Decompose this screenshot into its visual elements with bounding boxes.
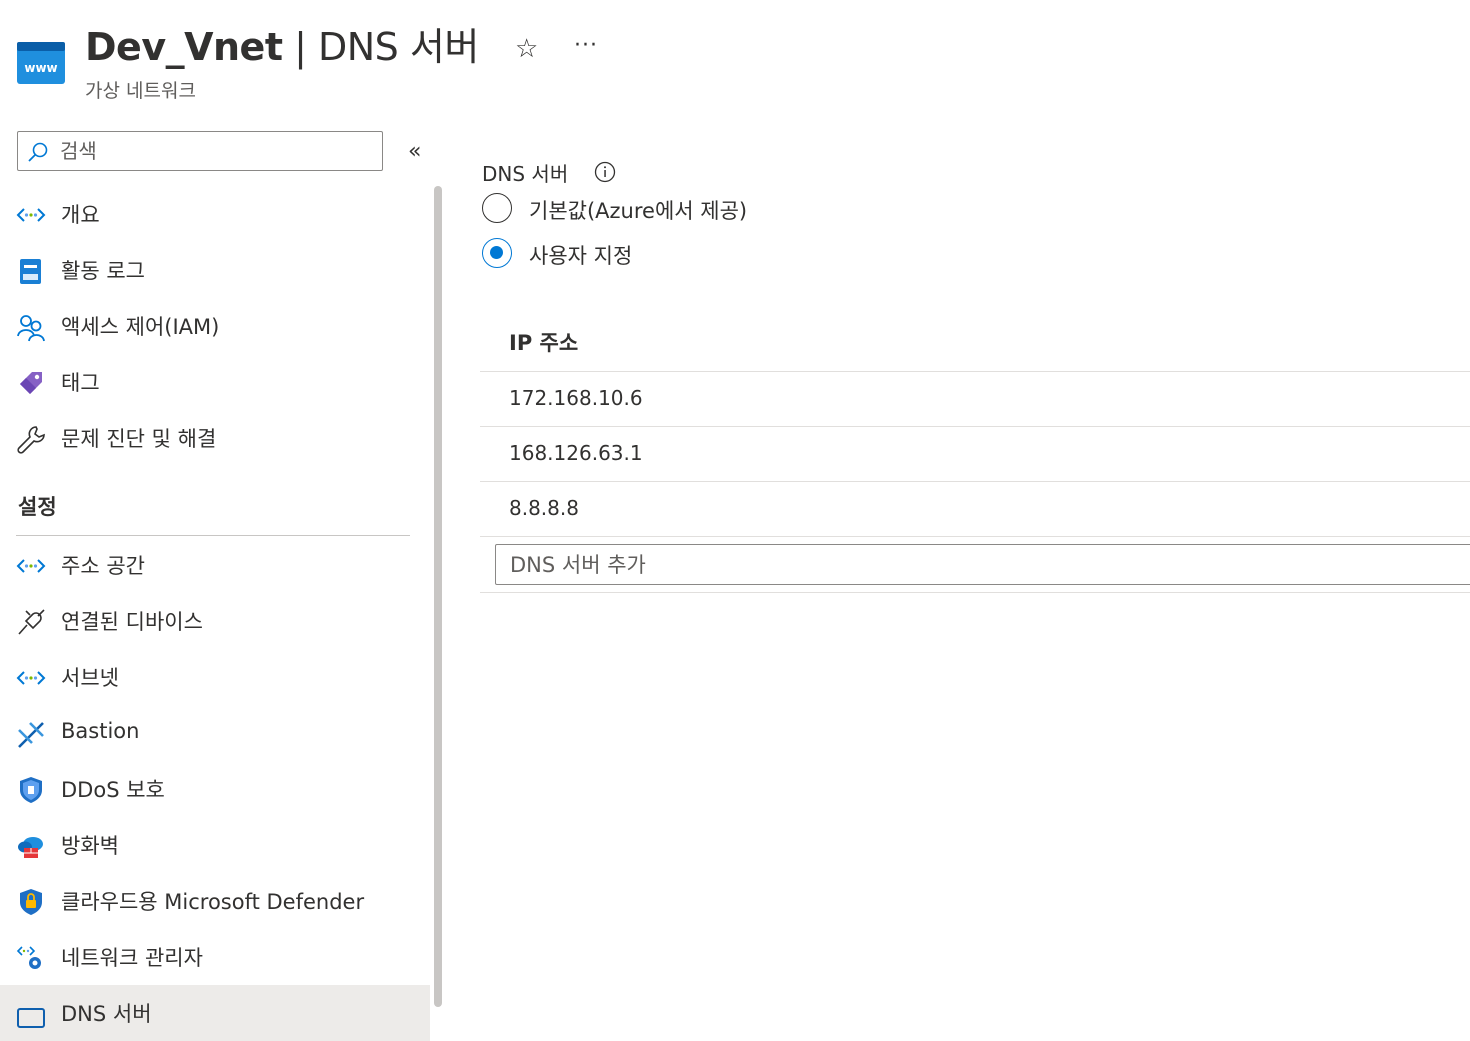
nav-item-dns-servers[interactable]: DNS 서버 bbox=[0, 985, 430, 1041]
collapse-menu-icon[interactable]: « bbox=[408, 139, 421, 164]
nav-item-label: Bastion bbox=[61, 719, 140, 743]
section-divider bbox=[16, 535, 410, 536]
resource-type: 가상 네트워크 bbox=[85, 80, 196, 102]
more-options-icon[interactable]: ··· bbox=[574, 33, 598, 58]
plug-icon bbox=[16, 607, 46, 637]
nav-item-label: DDoS 보호 bbox=[61, 778, 165, 802]
search-box[interactable] bbox=[17, 131, 383, 171]
nav-item-label: 액세스 제어(IAM) bbox=[61, 315, 220, 339]
table-row: 168.126.63.1 bbox=[480, 427, 1470, 481]
nav-item-label: 클라우드용 Microsoft Defender bbox=[61, 890, 365, 914]
nav-item-address-space[interactable]: 주소 공간 bbox=[0, 537, 430, 593]
resource-name: Dev_Vnet bbox=[85, 25, 283, 69]
page-title: Dev_Vnet | DNS 서버 bbox=[85, 22, 479, 72]
nav-item-network-manager[interactable]: 네트워크 관리자 bbox=[0, 929, 430, 985]
nav-item-activity-log[interactable]: 활동 로그 bbox=[0, 242, 430, 298]
vnet-icon bbox=[16, 663, 46, 693]
nav-item-overview[interactable]: 개요 bbox=[0, 186, 430, 242]
wrench-icon bbox=[16, 424, 46, 454]
nav-item-label: 주소 공간 bbox=[61, 554, 145, 578]
vnet-icon bbox=[16, 200, 46, 230]
nav-item-access-control[interactable]: 액세스 제어(IAM) bbox=[0, 298, 430, 354]
dns-settings-panel: DNS 서버 기본값(Azure에서 제공) 사용자 지정 IP 주소 172.… bbox=[480, 150, 1470, 1007]
nav-item-tags[interactable]: 태그 bbox=[0, 354, 430, 410]
firewall-icon bbox=[16, 831, 46, 861]
search-input[interactable] bbox=[60, 134, 376, 168]
row-divider bbox=[480, 592, 1470, 593]
radio-label: 사용자 지정 bbox=[529, 244, 633, 268]
resource-menu: 개요 활동 로그 액세스 제어(IAM) 태그 문제 진단 및 해결 설정 주소… bbox=[0, 186, 430, 1041]
nav-item-firewall[interactable]: 방화벽 bbox=[0, 817, 430, 873]
page-name: DNS 서버 bbox=[317, 25, 479, 69]
row-divider bbox=[480, 536, 1470, 537]
bastion-icon bbox=[16, 720, 46, 750]
section-header-settings: 설정 bbox=[18, 495, 57, 519]
nav-item-label: 연결된 디바이스 bbox=[61, 610, 203, 634]
menu-scrollbar[interactable] bbox=[433, 186, 443, 1007]
defender-icon bbox=[16, 887, 46, 917]
people-icon bbox=[16, 312, 46, 342]
radio-default-azure[interactable]: 기본값(Azure에서 제공) bbox=[482, 193, 902, 227]
nav-item-label: 서브넷 bbox=[61, 666, 119, 690]
table-row: 172.168.10.6 bbox=[480, 372, 1470, 426]
dns-field-label: DNS 서버 bbox=[482, 162, 569, 186]
table-row: 8.8.8.8 bbox=[480, 482, 1470, 536]
virtual-network-icon: www bbox=[17, 42, 65, 84]
add-dns-server-input[interactable] bbox=[495, 544, 1470, 585]
radio-circle-selected[interactable] bbox=[482, 238, 512, 268]
radio-custom[interactable]: 사용자 지정 bbox=[482, 238, 902, 272]
favorite-star-icon[interactable]: ☆ bbox=[515, 34, 538, 64]
scrollbar-thumb[interactable] bbox=[434, 186, 442, 1007]
nav-item-label: 방화벽 bbox=[61, 834, 119, 858]
nav-item-diagnose[interactable]: 문제 진단 및 해결 bbox=[0, 410, 430, 466]
icon-text: www bbox=[24, 61, 57, 75]
info-icon[interactable] bbox=[594, 161, 616, 183]
dns-icon bbox=[16, 999, 46, 1029]
nav-item-ddos-protection[interactable]: DDoS 보호 bbox=[0, 761, 430, 817]
column-header-ip-address: IP 주소 bbox=[509, 331, 579, 355]
nav-item-label: 활동 로그 bbox=[61, 259, 145, 283]
ip-address-value: 168.126.63.1 bbox=[509, 441, 643, 465]
nav-item-connected-devices[interactable]: 연결된 디바이스 bbox=[0, 593, 430, 649]
radio-selected-dot bbox=[490, 246, 503, 259]
nav-item-label: 문제 진단 및 해결 bbox=[61, 427, 217, 451]
radio-circle[interactable] bbox=[482, 193, 512, 223]
title-separator: | bbox=[282, 25, 318, 69]
search-icon bbox=[27, 141, 49, 163]
vnet-icon bbox=[16, 551, 46, 581]
network-manager-icon bbox=[16, 943, 46, 973]
nav-item-defender[interactable]: 클라우드용 Microsoft Defender bbox=[0, 873, 430, 929]
nav-item-subnets[interactable]: 서브넷 bbox=[0, 649, 430, 705]
shield-icon bbox=[16, 775, 46, 805]
ip-address-value: 172.168.10.6 bbox=[509, 386, 643, 410]
nav-item-label: 개요 bbox=[61, 203, 100, 227]
nav-item-bastion[interactable]: Bastion bbox=[0, 706, 430, 762]
tag-icon bbox=[16, 368, 46, 398]
radio-label: 기본값(Azure에서 제공) bbox=[529, 199, 748, 223]
page-header: www Dev_Vnet | DNS 서버 ☆ ··· 가상 네트워크 bbox=[0, 0, 1470, 110]
activity-log-icon bbox=[16, 256, 46, 286]
nav-item-label: 태그 bbox=[61, 371, 100, 395]
nav-item-label: DNS 서버 bbox=[61, 1002, 152, 1026]
ip-address-value: 8.8.8.8 bbox=[509, 496, 579, 520]
nav-item-label: 네트워크 관리자 bbox=[61, 946, 203, 970]
